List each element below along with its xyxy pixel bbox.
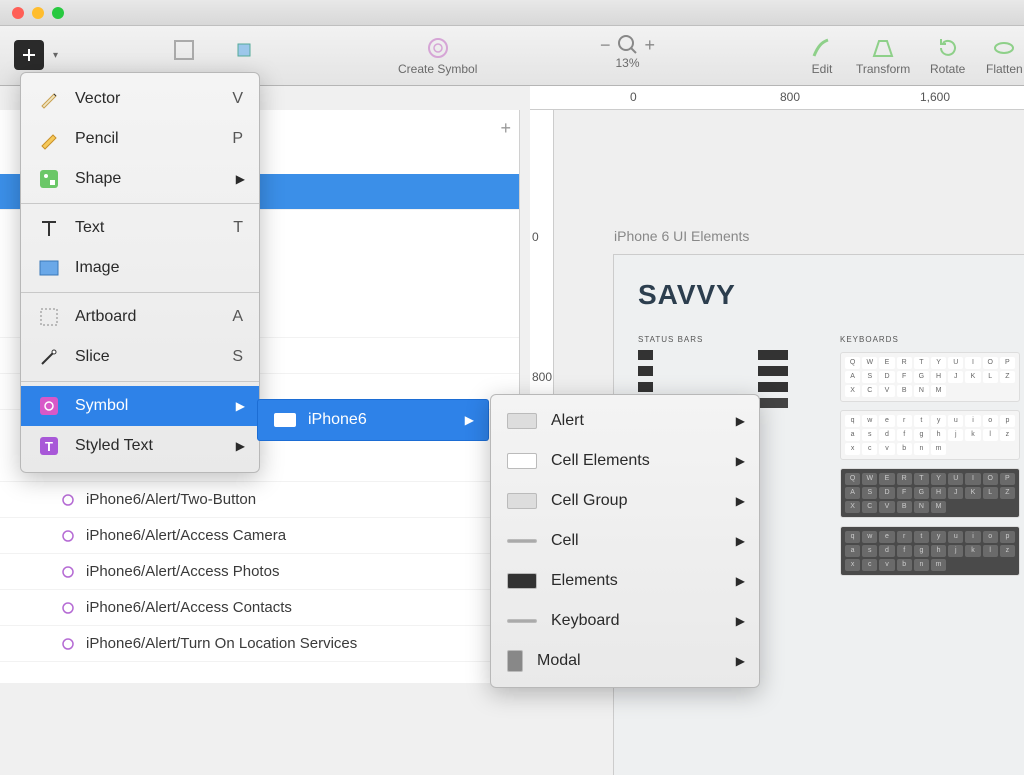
statusbar-preview — [638, 366, 788, 376]
magnifier-icon — [617, 34, 639, 56]
menu-item-symbol[interactable]: Symbol ▶ — [21, 386, 259, 426]
text-icon — [37, 216, 61, 240]
zoom-in[interactable]: + — [645, 35, 656, 56]
menu-item-vector[interactable]: Vector V — [21, 79, 259, 119]
thumb-icon — [507, 493, 537, 509]
statusbar-preview — [638, 382, 788, 392]
thumb-icon — [507, 650, 523, 672]
chevron-right-icon: ▶ — [736, 574, 745, 588]
menu-item-pencil[interactable]: Pencil P — [21, 119, 259, 159]
pencil-icon — [37, 127, 61, 151]
flatten-tool[interactable]: Flatten — [986, 34, 1023, 76]
create-symbol-button[interactable]: Create Symbol — [398, 34, 477, 76]
shape-icon — [37, 167, 61, 191]
menu-item-text[interactable]: Text T — [21, 208, 259, 248]
chevron-right-icon: ▶ — [736, 534, 745, 548]
menu-item-slice[interactable]: Slice S — [21, 337, 259, 377]
thumb-icon — [507, 573, 537, 589]
savvy-logo: SAVVY — [638, 279, 1020, 311]
submenu-item-cell-elements[interactable]: Cell Elements▶ — [491, 441, 759, 481]
submenu-item-elements[interactable]: Elements▶ — [491, 561, 759, 601]
chevron-right-icon: ▶ — [465, 413, 474, 427]
artboard-title: iPhone 6 UI Elements — [614, 228, 749, 244]
edit-tool[interactable]: Edit — [808, 34, 836, 76]
chevron-right-icon: ▶ — [236, 399, 245, 413]
submenu-item-modal[interactable]: Modal▶ — [491, 641, 759, 681]
menu-item-styled-text[interactable]: T Styled Text ▶ — [21, 426, 259, 466]
transform-tool[interactable]: Transform — [856, 34, 910, 76]
insert-dropdown-button[interactable] — [14, 40, 44, 70]
thumb-icon — [507, 619, 537, 623]
menu-separator — [21, 381, 259, 382]
zoom-control[interactable]: − + 13% — [600, 34, 655, 70]
chevron-right-icon: ▶ — [736, 654, 745, 668]
submenu-item-keyboard[interactable]: Keyboard▶ — [491, 601, 759, 641]
layer-row[interactable]: iPhone6/Alert/Access Photos — [0, 554, 519, 590]
minimize-window-button[interactable] — [32, 7, 44, 19]
layer-row[interactable]: iPhone6/Alert/Turn On Location Services — [0, 626, 519, 662]
close-window-button[interactable] — [12, 7, 24, 19]
submenu-iphone6-contents[interactable]: Alert▶ Cell Elements▶ Cell Group▶ Cell▶ … — [490, 394, 760, 688]
chevron-right-icon: ▶ — [236, 172, 245, 186]
menu-item-image[interactable]: Image — [21, 248, 259, 288]
chevron-right-icon: ▶ — [736, 454, 745, 468]
layer-row[interactable]: iPhone6/Alert/Access Camera — [0, 518, 519, 554]
thumb-icon — [507, 413, 537, 429]
chevron-right-icon: ▶ — [736, 614, 745, 628]
add-layer-icon[interactable]: + — [500, 118, 511, 139]
maximize-window-button[interactable] — [52, 7, 64, 19]
statusbar-preview — [638, 350, 788, 360]
insert-menu[interactable]: Vector V Pencil P Shape ▶ Text T Image A… — [20, 72, 260, 473]
keyboard-preview-light-upper: QWERTYUIOPASDFGHJKLZXCVBNM — [840, 352, 1020, 402]
artboard-icon — [37, 305, 61, 329]
keyboard-preview-dark-upper: QWERTYUIOPASDFGHJKLZXCVBNM — [840, 468, 1020, 518]
chevron-right-icon: ▶ — [236, 439, 245, 453]
rotate-tool[interactable]: Rotate — [930, 34, 965, 76]
layer-row[interactable]: iPhone6/Alert/Two-Button — [0, 482, 519, 518]
submenu-item-cell-group[interactable]: Cell Group▶ — [491, 481, 759, 521]
keyboard-preview-dark-lower: qwertyuiopasdfghjklzxcvbnm — [840, 526, 1020, 576]
chevron-right-icon: ▶ — [736, 414, 745, 428]
zoom-value: 13% — [616, 56, 640, 70]
symbol-icon — [37, 394, 61, 418]
styled-text-icon: T — [37, 434, 61, 458]
menu-separator — [21, 203, 259, 204]
slice-icon — [37, 345, 61, 369]
menu-item-artboard[interactable]: Artboard A — [21, 297, 259, 337]
submenu-item-cell[interactable]: Cell▶ — [491, 521, 759, 561]
image-icon — [37, 256, 61, 280]
group-tool-2[interactable] — [230, 36, 258, 64]
submenu-symbol-iphone6[interactable]: iPhone6 ▶ — [258, 400, 488, 440]
ruler-horizontal: 0 800 1,600 — [530, 86, 1024, 110]
svg-text:T: T — [45, 439, 53, 454]
menu-item-shape[interactable]: Shape ▶ — [21, 159, 259, 199]
keyboard-preview-light-lower: qwertyuiopasdfghjklzxcvbnm — [840, 410, 1020, 460]
create-symbol-label: Create Symbol — [398, 62, 477, 76]
chevron-right-icon: ▶ — [736, 494, 745, 508]
layer-row[interactable]: iPhone6/Alert/Access Contacts — [0, 590, 519, 626]
vector-icon — [37, 87, 61, 111]
zoom-out[interactable]: − — [600, 35, 611, 56]
group-tool-1[interactable] — [170, 36, 198, 64]
thumb-icon — [507, 453, 537, 469]
titlebar — [0, 0, 1024, 26]
menu-separator — [21, 292, 259, 293]
folder-icon — [274, 413, 296, 427]
thumb-icon — [507, 539, 537, 543]
submenu-item-alert[interactable]: Alert▶ — [491, 401, 759, 441]
